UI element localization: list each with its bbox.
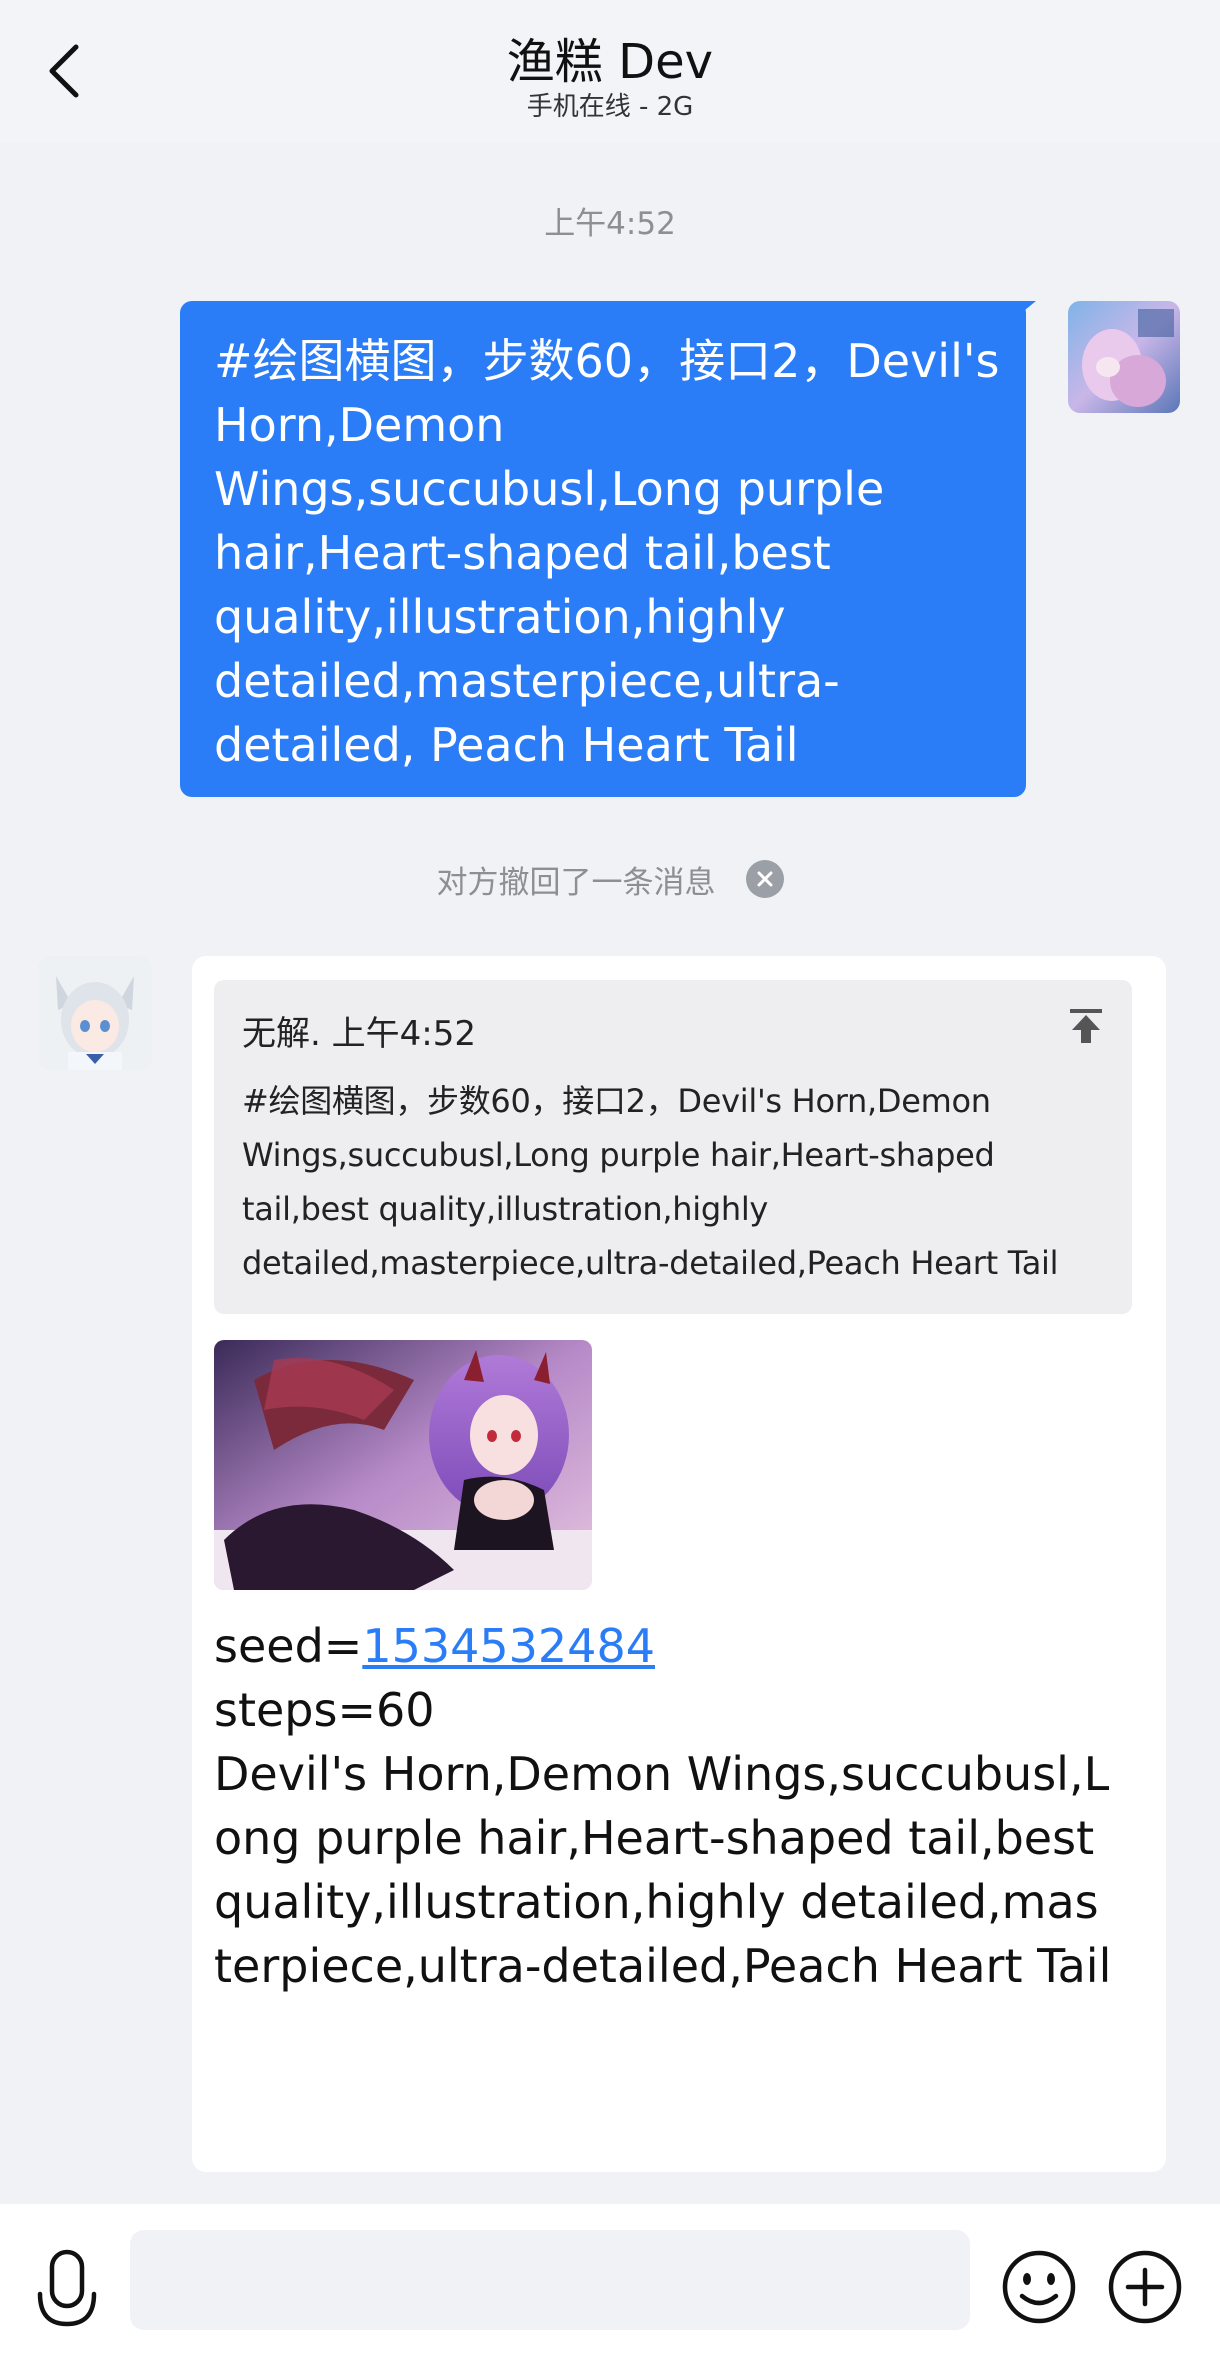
input-bar bbox=[0, 2204, 1220, 2361]
prompt-text: Devil's Horn,Demon Wings,succubusl,Long … bbox=[214, 1747, 1112, 1993]
smiley-icon bbox=[1002, 2250, 1076, 2324]
voice-button[interactable] bbox=[34, 2248, 100, 2330]
result-text: seed=1534532484 steps=60 Devil's Horn,De… bbox=[214, 1614, 1114, 1998]
outgoing-message-text: #绘图横图，步数60，接口2，Devil's Horn,Demon Wings,… bbox=[214, 334, 1000, 772]
incoming-message-bubble[interactable]: 无解. 上午4:52 #绘图横图，步数60，接口2，Devil's Horn,D… bbox=[192, 956, 1166, 2172]
bot-avatar[interactable] bbox=[38, 956, 152, 1070]
more-button[interactable] bbox=[1106, 2248, 1184, 2326]
outgoing-message-bubble[interactable]: #绘图横图，步数60，接口2，Devil's Horn,Demon Wings,… bbox=[180, 301, 1026, 797]
chat-header: 渔糕 Dev 手机在线 - 2G bbox=[0, 0, 1220, 142]
quote-text: #绘图横图，步数60，接口2，Devil's Horn,Demon Wings,… bbox=[242, 1082, 1059, 1282]
seed-link[interactable]: 1534532484 bbox=[362, 1619, 655, 1673]
message-timestamp: 上午4:52 bbox=[544, 206, 676, 242]
online-status: 手机在线 - 2G bbox=[526, 92, 694, 122]
chat-screen: 渔糕 Dev 手机在线 - 2G 上午4:52 #绘图横图，步数60，接口2，D… bbox=[0, 0, 1220, 2361]
close-circle-icon[interactable] bbox=[745, 860, 784, 898]
pin-top-icon[interactable] bbox=[1066, 1006, 1106, 1046]
quote-author-time: 无解. 上午4:52 bbox=[242, 1014, 476, 1054]
recall-text: 对方撤回了一条消息 bbox=[436, 864, 716, 901]
seed-label: seed= bbox=[214, 1619, 363, 1673]
plus-circle-icon bbox=[1108, 2250, 1182, 2324]
avatar-image bbox=[38, 956, 152, 1070]
generated-image[interactable] bbox=[214, 1340, 592, 1590]
avatar-image bbox=[1068, 301, 1180, 413]
seed-line: seed=1534532484 bbox=[214, 1614, 1114, 1678]
quoted-message[interactable]: 无解. 上午4:52 #绘图横图，步数60，接口2，Devil's Horn,D… bbox=[214, 980, 1132, 1314]
steps-line: steps=60 bbox=[214, 1683, 435, 1737]
my-avatar[interactable] bbox=[1068, 301, 1180, 413]
microphone-icon bbox=[37, 2249, 97, 2327]
chat-title[interactable]: 渔糕 Dev bbox=[0, 22, 1220, 92]
emoji-button[interactable] bbox=[1000, 2248, 1078, 2326]
message-input[interactable] bbox=[130, 2230, 970, 2330]
recall-notice: 对方撤回了一条消息 bbox=[0, 854, 1220, 904]
